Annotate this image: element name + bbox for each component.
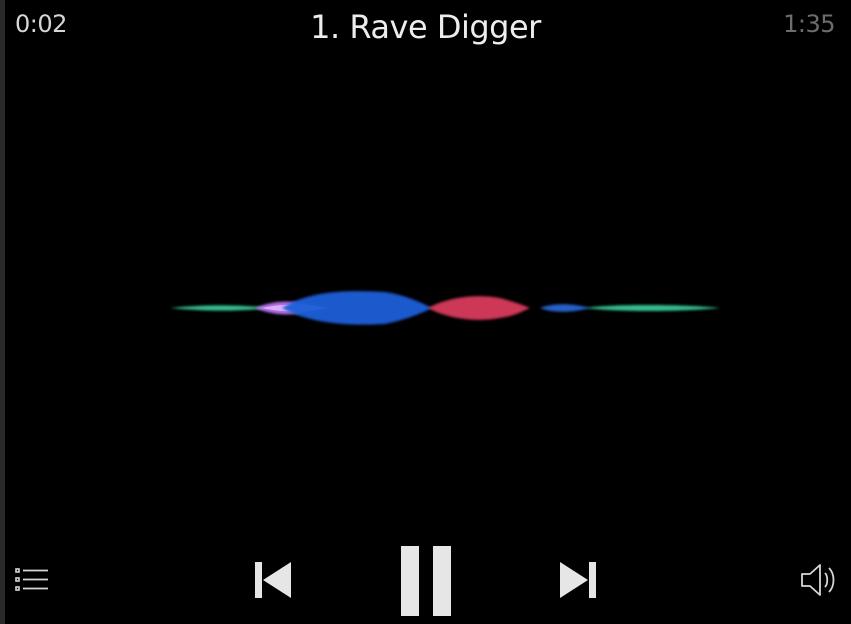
playlist-button[interactable]	[14, 566, 50, 594]
volume-button[interactable]	[800, 562, 836, 598]
pause-icon	[401, 546, 451, 616]
skip-next-icon	[560, 562, 596, 598]
volume-icon	[801, 564, 835, 596]
track-title: 1. Rave Digger	[310, 8, 541, 46]
total-time: 1:35	[783, 10, 835, 38]
pause-button[interactable]	[399, 545, 453, 617]
waveform-visualizer	[10, 291, 845, 325]
previous-track-button[interactable]	[252, 560, 294, 600]
music-player-window: 0:02 1. Rave Digger 1:35	[0, 0, 851, 624]
next-track-button[interactable]	[557, 560, 599, 600]
playlist-icon	[15, 568, 48, 591]
skip-previous-icon	[255, 562, 291, 598]
